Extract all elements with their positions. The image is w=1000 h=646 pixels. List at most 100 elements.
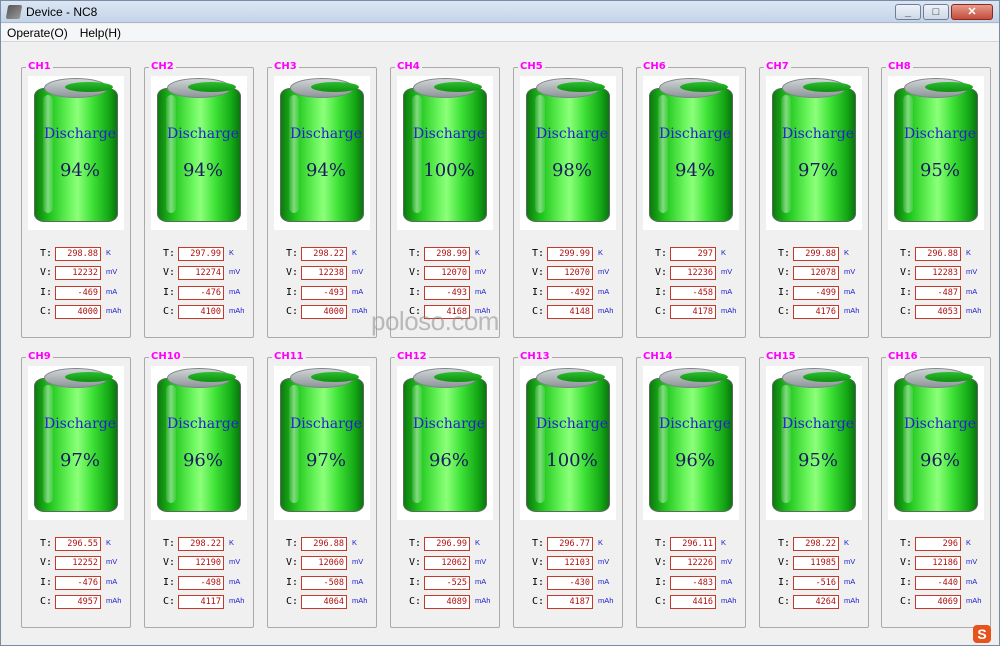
channel-panel: CH7 Discharge 97% T: 299.88 K V: 12078 mV I: -499 m… (759, 61, 869, 338)
reading-value[interactable]: 297.99 (178, 247, 224, 261)
reading-value[interactable]: 12274 (178, 266, 224, 280)
reading-value[interactable]: 4176 (793, 305, 839, 319)
channel-status: Discharge (412, 126, 486, 142)
reading-value[interactable]: 4187 (547, 595, 593, 609)
reading-value[interactable]: 12226 (670, 556, 716, 570)
reading-value[interactable]: 298.22 (301, 247, 347, 261)
channel-label: CH1 (26, 61, 53, 72)
reading-value[interactable]: -492 (547, 286, 593, 300)
reading-value[interactable]: 4178 (670, 305, 716, 319)
reading-value[interactable]: 12103 (547, 556, 593, 570)
reading-value[interactable]: 12283 (915, 266, 961, 280)
reading-row-t: T: 298.88 K (38, 247, 128, 261)
reading-value[interactable]: -493 (424, 286, 470, 300)
reading-row-i: I: -493 mA (284, 286, 374, 300)
reading-label: V: (777, 267, 790, 278)
channel-percent: 96% (674, 450, 715, 471)
close-button[interactable]: ✕ (951, 4, 993, 20)
battery-shine (781, 385, 791, 503)
reading-value[interactable]: -476 (178, 286, 224, 300)
reading-value[interactable]: 4117 (178, 595, 224, 609)
battery-body (157, 88, 241, 222)
reading-value[interactable]: 296.88 (915, 247, 961, 261)
reading-value[interactable]: 299.99 (547, 247, 593, 261)
reading-label: V: (654, 557, 667, 568)
channel-status: Discharge (658, 126, 732, 142)
battery-body (280, 378, 364, 512)
reading-label: V: (285, 557, 298, 568)
minimize-button[interactable]: _ (895, 4, 921, 20)
reading-unit: mAh (721, 596, 737, 605)
maximize-button[interactable]: □ (923, 4, 949, 20)
reading-value[interactable]: -508 (301, 576, 347, 590)
reading-value[interactable]: 4089 (424, 595, 470, 609)
reading-value[interactable]: -483 (670, 576, 716, 590)
reading-value[interactable]: 4064 (301, 595, 347, 609)
reading-value[interactable]: 12062 (424, 556, 470, 570)
reading-value[interactable]: 4000 (55, 305, 101, 319)
reading-row-t: T: 298.99 K (407, 247, 497, 261)
reading-value[interactable]: 4100 (178, 305, 224, 319)
reading-row-i: I: -499 mA (776, 286, 866, 300)
reading-value[interactable]: 4000 (301, 305, 347, 319)
reading-row-c: C: 4187 mAh (530, 595, 620, 609)
reading-unit: mV (598, 267, 610, 276)
channel-panel: CH1 Discharge 94% T: 298.88 K V: 12232 mV I: -469 m… (21, 61, 131, 338)
reading-value[interactable]: -493 (301, 286, 347, 300)
reading-value[interactable]: -440 (915, 576, 961, 590)
reading-label: I: (162, 287, 175, 298)
reading-label: V: (162, 557, 175, 568)
menu-help[interactable]: Help(H) (74, 24, 127, 41)
reading-value[interactable]: 296.88 (301, 537, 347, 551)
reading-value[interactable]: 296 (915, 537, 961, 551)
reading-value[interactable]: 12186 (915, 556, 961, 570)
reading-value[interactable]: 299.88 (793, 247, 839, 261)
reading-value[interactable]: -476 (55, 576, 101, 590)
reading-value[interactable]: 12238 (301, 266, 347, 280)
reading-value[interactable]: 297 (670, 247, 716, 261)
reading-value[interactable]: 296.55 (55, 537, 101, 551)
battery-panel: Discharge 96% (151, 366, 247, 520)
reading-value[interactable]: 12060 (301, 556, 347, 570)
reading-value[interactable]: -499 (793, 286, 839, 300)
reading-value[interactable]: 298.22 (178, 537, 224, 551)
reading-value[interactable]: 4957 (55, 595, 101, 609)
reading-value[interactable]: 12078 (793, 266, 839, 280)
battery-body (526, 378, 610, 512)
reading-value[interactable]: 298.22 (793, 537, 839, 551)
reading-value[interactable]: 12070 (424, 266, 470, 280)
reading-value[interactable]: 298.99 (424, 247, 470, 261)
reading-value[interactable]: -516 (793, 576, 839, 590)
reading-value[interactable]: 12070 (547, 266, 593, 280)
reading-unit: mA (106, 577, 118, 586)
reading-value[interactable]: 296.77 (547, 537, 593, 551)
reading-value[interactable]: 12252 (55, 556, 101, 570)
reading-row-v: V: 12103 mV (530, 556, 620, 570)
reading-value[interactable]: -458 (670, 286, 716, 300)
reading-value[interactable]: 298.88 (55, 247, 101, 261)
reading-value[interactable]: 4264 (793, 595, 839, 609)
reading-value[interactable]: 296.11 (670, 537, 716, 551)
reading-value[interactable]: -487 (915, 286, 961, 300)
reading-value[interactable]: 11985 (793, 556, 839, 570)
reading-value[interactable]: 4053 (915, 305, 961, 319)
reading-value[interactable]: 4148 (547, 305, 593, 319)
channel-label: CH5 (518, 61, 545, 72)
reading-value[interactable]: 12236 (670, 266, 716, 280)
reading-unit: K (475, 538, 481, 547)
battery-cap-top (803, 372, 851, 382)
reading-row-v: V: 12062 mV (407, 556, 497, 570)
menu-operate[interactable]: Operate(O) (1, 24, 74, 41)
reading-value[interactable]: 4069 (915, 595, 961, 609)
reading-unit: K (721, 248, 727, 257)
reading-value[interactable]: -498 (178, 576, 224, 590)
reading-value[interactable]: 12232 (55, 266, 101, 280)
reading-value[interactable]: 296.99 (424, 537, 470, 551)
reading-value[interactable]: -525 (424, 576, 470, 590)
reading-value[interactable]: 4416 (670, 595, 716, 609)
reading-value[interactable]: -469 (55, 286, 101, 300)
reading-value[interactable]: 12190 (178, 556, 224, 570)
battery-cap-top (311, 372, 359, 382)
reading-label: I: (285, 577, 298, 588)
reading-value[interactable]: -430 (547, 576, 593, 590)
